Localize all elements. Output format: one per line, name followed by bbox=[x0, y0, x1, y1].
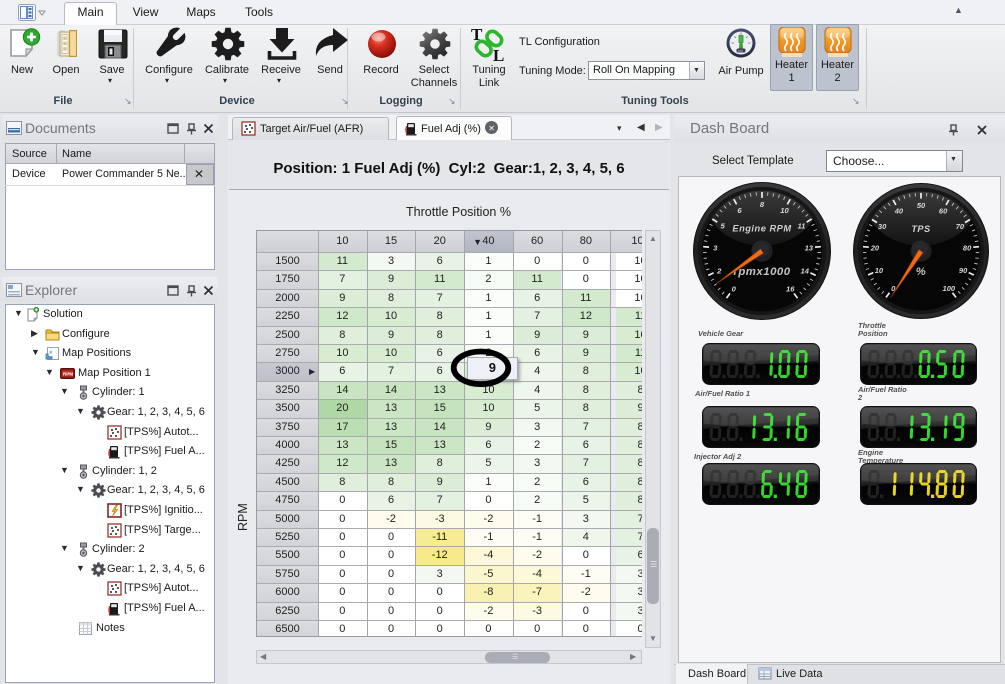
svg-text:90: 90 bbox=[959, 266, 968, 275]
svg-text:PSI: PSI bbox=[738, 49, 743, 53]
svg-text:10: 10 bbox=[780, 206, 789, 215]
svg-text:14: 14 bbox=[800, 266, 809, 275]
svg-text:11: 11 bbox=[797, 222, 805, 231]
svg-text:rpmx1000: rpmx1000 bbox=[733, 266, 790, 278]
svg-text:13: 13 bbox=[805, 244, 814, 253]
svg-text:%: % bbox=[916, 266, 926, 278]
svg-text:L: L bbox=[493, 46, 504, 63]
svg-text:50: 50 bbox=[917, 201, 926, 210]
svg-text:20: 20 bbox=[870, 244, 880, 253]
svg-text:TPS: TPS bbox=[911, 224, 931, 234]
svg-text:80: 80 bbox=[963, 244, 972, 253]
svg-text:30: 30 bbox=[878, 222, 887, 231]
svg-text:40: 40 bbox=[894, 206, 904, 215]
svg-text:Engine RPM: Engine RPM bbox=[732, 224, 791, 234]
svg-text:10: 10 bbox=[875, 266, 884, 275]
svg-text:2: 2 bbox=[716, 266, 722, 275]
svg-text:100: 100 bbox=[943, 284, 956, 293]
svg-text:60: 60 bbox=[939, 206, 948, 215]
svg-text:16: 16 bbox=[786, 285, 795, 294]
svg-text:70: 70 bbox=[956, 222, 965, 231]
svg-text:RPM: RPM bbox=[63, 371, 73, 376]
